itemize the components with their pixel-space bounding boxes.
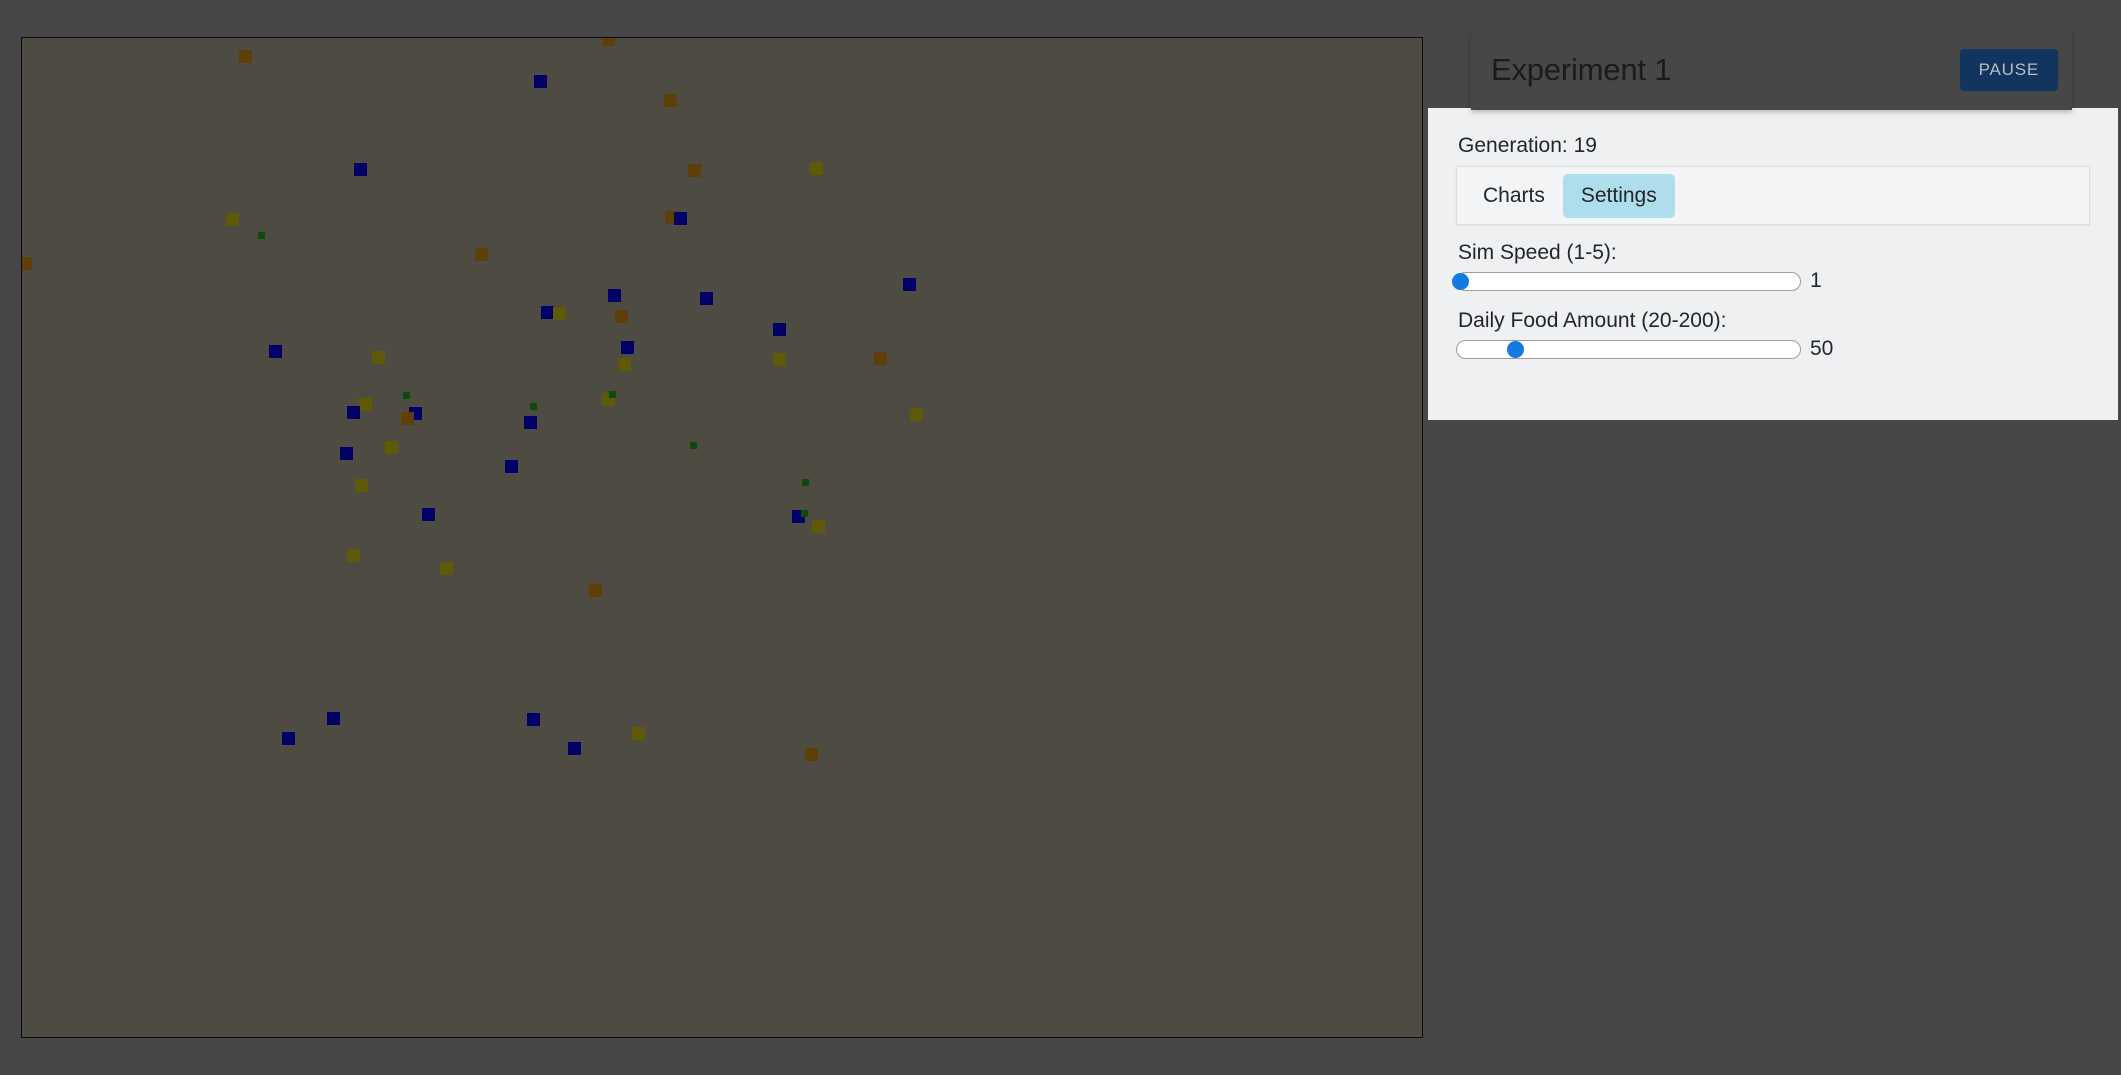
page-title: Experiment 1 — [1491, 52, 1672, 87]
sim-entity-agent-brown — [22, 257, 32, 270]
sim-entity-agent-brown — [805, 748, 818, 761]
tab-charts[interactable]: Charts — [1465, 174, 1563, 218]
sim-speed-row: 1 — [1451, 269, 2090, 293]
app-root: Generation: 19 Charts Settings Sim Speed… — [0, 0, 2121, 1075]
sim-entity-agent-olive — [372, 351, 385, 364]
daily-food-amount-thumb[interactable] — [1506, 340, 1524, 358]
sim-entity-agent-blue — [621, 341, 634, 354]
sim-speed-label: Sim Speed (1-5): — [1458, 241, 1617, 264]
daily-food-amount-label: Daily Food Amount (20-200): — [1458, 309, 1727, 332]
sim-entity-food — [258, 232, 265, 239]
sim-entity-agent-brown — [589, 584, 602, 597]
sim-entity-agent-blue — [269, 345, 282, 358]
sim-entity-food — [403, 392, 410, 399]
generation-counter: Generation: 19 — [1458, 134, 1597, 157]
sim-entity-agent-blue — [674, 212, 687, 225]
sim-entity-food — [801, 510, 808, 517]
sim-entity-agent-brown — [874, 352, 887, 365]
sim-entity-agent-brown — [688, 164, 701, 177]
sim-entity-agent-olive — [226, 213, 239, 226]
sim-entity-agent-olive — [632, 727, 645, 740]
sim-entity-agent-olive — [440, 562, 453, 575]
sim-entity-food — [690, 442, 697, 449]
sim-entity-agent-blue — [700, 292, 713, 305]
sim-entity-agent-olive — [553, 307, 566, 320]
sim-entity-agent-brown — [602, 38, 615, 46]
control-panel: Generation: 19 Charts Settings Sim Speed… — [1428, 108, 2118, 420]
pause-button[interactable]: PAUSE — [1959, 49, 2058, 91]
daily-food-amount-value: 50 — [1810, 337, 1834, 360]
sim-entity-agent-brown — [664, 94, 677, 107]
sim-speed-value: 1 — [1810, 269, 1822, 292]
sim-entity-agent-brown — [401, 412, 414, 425]
simulation-canvas[interactable] — [21, 37, 1423, 1038]
sim-entity-agent-olive — [812, 520, 825, 533]
sim-entity-agent-olive — [773, 353, 786, 366]
sim-entity-agent-brown — [615, 310, 628, 323]
tab-bar: Charts Settings — [1456, 166, 2090, 225]
sim-entity-agent-blue — [568, 742, 581, 755]
sim-entity-agent-blue — [608, 289, 621, 302]
sim-entity-agent-blue — [505, 460, 518, 473]
tab-settings[interactable]: Settings — [1562, 173, 1675, 218]
sim-entity-agent-olive — [910, 408, 923, 421]
sim-entity-agent-blue — [282, 732, 295, 745]
daily-food-amount-row: 50 — [1456, 337, 2090, 361]
sim-speed-group: Sim Speed (1-5): 1 — [1451, 241, 2090, 293]
sim-entity-agent-brown — [239, 50, 252, 63]
sim-entity-agent-blue — [773, 323, 786, 336]
sim-entity-agent-olive — [618, 358, 631, 371]
sim-entity-agent-blue — [327, 712, 340, 725]
daily-food-amount-group: Daily Food Amount (20-200): 50 — [1456, 309, 2090, 361]
sim-entity-agent-brown — [475, 248, 488, 261]
sim-entity-agent-blue — [527, 713, 540, 726]
sim-entity-agent-olive — [810, 162, 823, 175]
sim-entity-agent-blue — [347, 406, 360, 419]
sim-entity-food — [802, 479, 809, 486]
daily-food-amount-slider[interactable] — [1456, 339, 1801, 359]
control-panel-body: Generation: 19 Charts Settings Sim Speed… — [1428, 108, 2118, 420]
sim-entity-agent-blue — [354, 163, 367, 176]
sim-entity-food — [609, 391, 616, 398]
sim-entity-food — [530, 403, 537, 410]
sim-entity-agent-blue — [903, 278, 916, 291]
sim-entity-agent-olive — [347, 549, 360, 562]
sim-entity-agent-olive — [359, 398, 372, 411]
sim-speed-slider[interactable] — [1451, 271, 1801, 291]
sim-entity-agent-blue — [534, 75, 547, 88]
sim-entity-agent-olive — [385, 441, 398, 454]
sim-entity-agent-blue — [524, 416, 537, 429]
sim-entity-agent-blue — [340, 447, 353, 460]
sim-speed-thumb[interactable] — [1451, 272, 1469, 290]
sim-entity-agent-blue — [422, 508, 435, 521]
sim-entity-agent-olive — [355, 479, 368, 492]
panel-header: Experiment 1 PAUSE — [1471, 30, 2072, 110]
